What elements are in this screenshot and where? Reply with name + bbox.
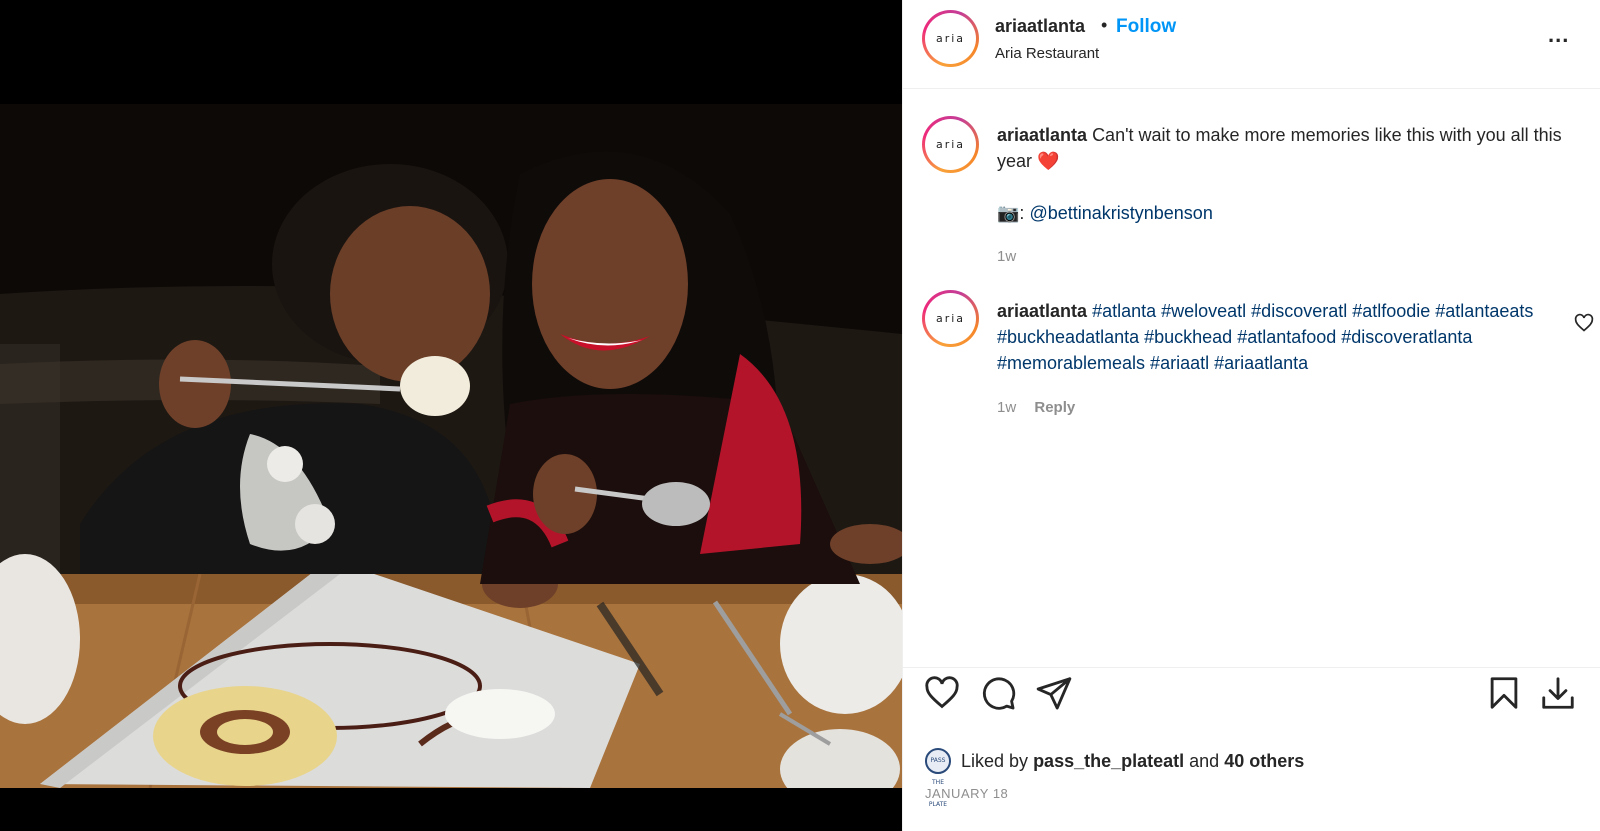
likes-others-link[interactable]: 40 others: [1224, 751, 1304, 772]
account-avatar[interactable]: aria: [922, 10, 979, 67]
post-media[interactable]: [0, 0, 902, 831]
heart-emoji: ❤️: [1037, 151, 1060, 171]
liked-by-and: and: [1189, 750, 1220, 771]
post-photo[interactable]: [0, 104, 902, 788]
caption-timestamp[interactable]: 1w: [997, 248, 1016, 265]
more-options-icon[interactable]: ...: [1548, 22, 1569, 48]
liked-by-summary: PASS THE PLATE Liked by pass_the_plateat…: [925, 748, 1304, 808]
location-link[interactable]: Aria Restaurant: [995, 45, 1099, 62]
avatar-logo-text: aria: [935, 32, 966, 45]
photo-credit: 📷: @bettinakristynbenson: [997, 200, 1213, 226]
caption-username[interactable]: ariaatlanta: [997, 125, 1087, 145]
follow-button[interactable]: Follow: [1116, 16, 1176, 38]
liked-by-prefix: Liked by: [961, 750, 1029, 771]
post-date[interactable]: JANUARY 18: [925, 786, 1008, 801]
credit-separator: :: [1019, 203, 1025, 223]
share-icon[interactable]: [1035, 674, 1073, 712]
reply-button[interactable]: Reply: [1034, 399, 1075, 416]
comment-like-heart-icon[interactable]: [1574, 313, 1594, 333]
caption-text: ariaatlanta Can't wait to make more memo…: [997, 122, 1587, 174]
photo-illustration: [0, 104, 902, 788]
credit-mention-link[interactable]: @bettinakristynbenson: [1029, 203, 1212, 223]
liker-avatar[interactable]: PASS THE PLATE: [925, 748, 951, 808]
account-username[interactable]: ariaatlanta: [995, 16, 1085, 37]
liker-username[interactable]: pass_the_plateatl: [1033, 751, 1184, 772]
camera-emoji-icon: 📷: [997, 203, 1020, 223]
comment-avatar[interactable]: aria: [922, 290, 979, 347]
caption-avatar[interactable]: aria: [922, 116, 979, 173]
post-header: aria ariaatlanta • Follow Aria Restauran…: [903, 0, 1600, 89]
post-actions: PASS THE PLATE Liked by pass_the_plateat…: [903, 667, 1600, 831]
avatar-logo-text: aria: [935, 138, 966, 151]
post-side-panel: aria ariaatlanta • Follow Aria Restauran…: [902, 0, 1600, 831]
comment-meta: 1w Reply: [997, 399, 1075, 416]
bookmark-icon[interactable]: [1485, 674, 1523, 712]
avatar-logo-text: aria: [935, 312, 966, 325]
heart-icon[interactable]: [923, 674, 961, 712]
download-icon[interactable]: [1539, 674, 1577, 712]
header-separator: •: [1101, 15, 1108, 35]
comment-username[interactable]: ariaatlanta: [997, 301, 1087, 321]
comment-text: ariaatlanta #atlanta #weloveatl #discove…: [997, 298, 1557, 376]
comment-icon[interactable]: [979, 674, 1017, 712]
comment-timestamp[interactable]: 1w: [997, 399, 1016, 416]
